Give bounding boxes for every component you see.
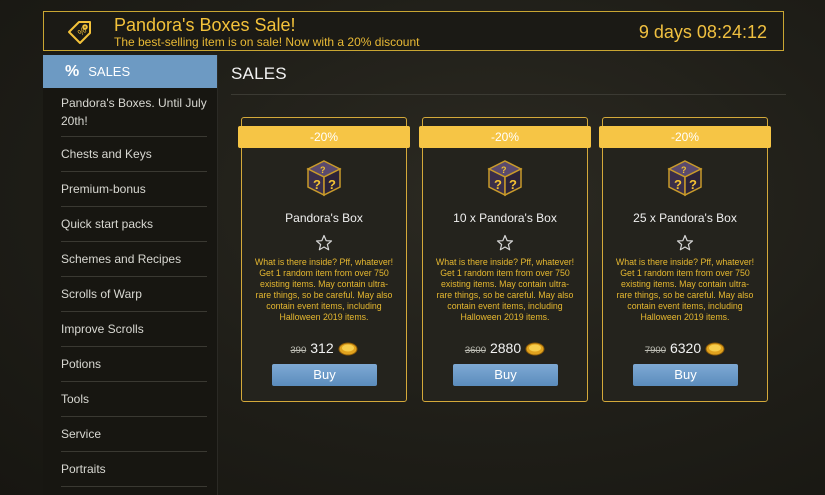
discount-tag-icon: % [68, 21, 91, 44]
current-price: 312 [310, 340, 334, 356]
favorite-star-icon[interactable] [496, 234, 514, 252]
page-title: SALES [231, 64, 287, 83]
old-price: 3600 [464, 345, 486, 356]
product-description: What is there inside? Pff, whatever! Get… [254, 257, 394, 322]
sidebar-item-label: Tools [61, 392, 90, 406]
sidebar-item-potions[interactable]: Potions [61, 347, 207, 382]
sidebar-item-label: Potions [61, 357, 102, 371]
product-card: -20% ? ? ? Pandora's Box What is there i… [238, 117, 410, 402]
sidebar-item-label: Quick start packs [61, 217, 154, 231]
svg-text:?: ? [328, 177, 336, 192]
sidebar-item-portraits[interactable]: Portraits [61, 452, 207, 487]
svg-text:?: ? [674, 177, 682, 192]
buy-button[interactable]: Buy [272, 364, 377, 386]
price-row: 390 312 [242, 340, 406, 356]
sidebar-item-premium-bonus[interactable]: Premium-bonus [61, 172, 207, 207]
sale-banner: % Pandora's Boxes Sale! The best-selling… [43, 11, 784, 51]
product-name: 25 x Pandora's Box [633, 211, 737, 225]
banner-subtitle: The best-selling item is on sale! Now wi… [114, 35, 420, 49]
svg-text:?: ? [681, 165, 687, 175]
pandoras-box-icon: ? ? ? [487, 160, 523, 197]
svg-text:?: ? [494, 177, 502, 192]
pandoras-box-icon: ? ? ? [306, 160, 342, 197]
sidebar-item-improve-scrolls[interactable]: Improve Scrolls [61, 312, 207, 347]
svg-text:?: ? [509, 177, 517, 192]
svg-text:?: ? [313, 177, 321, 192]
svg-text:?: ? [689, 177, 697, 192]
price-row: 7900 6320 [603, 340, 767, 356]
sidebar-item-label: Schemes and Recipes [61, 252, 182, 266]
product-description: What is there inside? Pff, whatever! Get… [435, 257, 575, 322]
sidebar-item-tools[interactable]: Tools [61, 382, 207, 417]
sidebar-item-service[interactable]: Service [61, 417, 207, 452]
favorite-star-icon[interactable] [315, 234, 333, 252]
sidebar: % SALES Pandora's Boxes. Until July 20th… [43, 55, 218, 495]
sidebar-item-label: Portraits [61, 462, 106, 476]
sidebar-list: Pandora's Boxes. Until July 20th! Chests… [43, 88, 217, 487]
discount-badge: -20% [599, 126, 771, 148]
sidebar-item-scrolls-of-warp[interactable]: Scrolls of Warp [61, 277, 207, 312]
sidebar-item-quick-start-packs[interactable]: Quick start packs [61, 207, 207, 242]
pandoras-box-icon: ? ? ? [667, 160, 703, 197]
product-description: What is there inside? Pff, whatever! Get… [615, 257, 755, 322]
product-card: -20% ? ? ? 25 x Pandora's Box What is th… [599, 117, 771, 402]
gold-coin-icon [338, 342, 358, 356]
product-card: -20% ? ? ? 10 x Pandora's Box What is th… [419, 117, 591, 402]
sidebar-item-label: Chests and Keys [61, 147, 152, 161]
sidebar-item-schemes-and-recipes[interactable]: Schemes and Recipes [61, 242, 207, 277]
current-price: 2880 [489, 340, 522, 356]
discount-badge: -20% [419, 126, 591, 148]
sidebar-item-label: Service [61, 427, 102, 441]
favorite-star-icon[interactable] [676, 234, 694, 252]
price-row: 3600 2880 [423, 340, 587, 356]
buy-button[interactable]: Buy [453, 364, 558, 386]
gold-coin-icon [525, 342, 545, 356]
sidebar-item-sales[interactable]: % SALES [43, 55, 217, 88]
sidebar-header-label: SALES [88, 64, 131, 79]
svg-text:?: ? [320, 165, 326, 175]
sidebar-item-chests-and-keys[interactable]: Chests and Keys [61, 137, 207, 172]
product-name: Pandora's Box [285, 211, 363, 225]
sale-countdown-timer: 9 days 08:24:12 [638, 22, 767, 42]
sidebar-item-label: Scrolls of Warp [61, 287, 142, 301]
percent-icon: % [65, 62, 80, 80]
banner-title: Pandora's Boxes Sale! [114, 15, 296, 35]
sidebar-item-label: Improve Scrolls [61, 322, 144, 336]
title-divider [231, 94, 786, 95]
current-price: 6320 [669, 340, 702, 356]
sidebar-item-label: Pandora's Boxes. Until July 20th! [61, 96, 207, 128]
sidebar-item-label: Premium-bonus [61, 182, 146, 196]
old-price: 7900 [644, 345, 666, 356]
svg-text:?: ? [501, 165, 507, 175]
sidebar-item-pandoras-boxes[interactable]: Pandora's Boxes. Until July 20th! [61, 88, 207, 137]
product-name: 10 x Pandora's Box [453, 211, 557, 225]
old-price: 390 [290, 345, 307, 356]
buy-button[interactable]: Buy [633, 364, 738, 386]
gold-coin-icon [705, 342, 725, 356]
discount-badge: -20% [238, 126, 410, 148]
